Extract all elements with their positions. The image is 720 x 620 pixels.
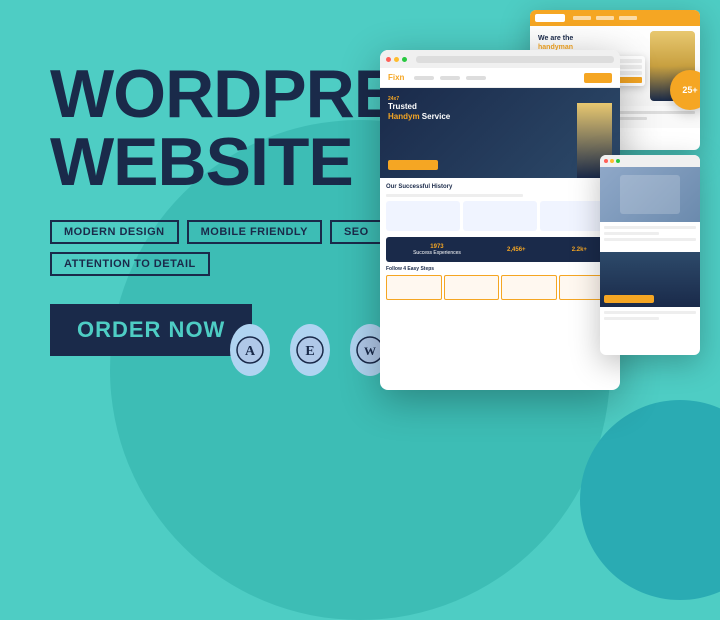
mockup-main-browser: Fixn 24x7 TrustedHandym Service Our Succ… (380, 50, 620, 390)
stat-number: 2,456+ (507, 247, 526, 253)
side-content-2 (600, 307, 700, 327)
mockup-content: Our Successful History 1973 Success Expe… (380, 178, 620, 306)
step-item-dec (501, 275, 557, 300)
dot-yellow (610, 159, 614, 163)
dot-red (604, 159, 608, 163)
dot-green (616, 159, 620, 163)
browser-dot-yellow (394, 57, 399, 62)
mockup-hero: 24x7 TrustedHandym Service (380, 88, 620, 178)
mockup-section: We are the handyman you can trust. 25+ (380, 10, 700, 530)
step-item-dec (386, 275, 442, 300)
mockup-top-nav (530, 10, 700, 26)
svg-text:W: W (364, 344, 376, 358)
side-img-1 (600, 167, 700, 222)
mockup-logo: Fixn (388, 73, 404, 82)
mockup-top-logo (535, 14, 565, 22)
order-now-button[interactable]: ORDER NOW (50, 304, 252, 356)
steps-grid (386, 275, 614, 300)
stat-label: Success Experiences (413, 250, 461, 256)
elementor-logo-svg: E (296, 336, 324, 364)
step-item-dec (444, 275, 500, 300)
browser-dot-red (386, 57, 391, 62)
side-line-dec (604, 232, 659, 235)
left-section: WORDPRESS WEBSITE MODERN DESIGN MOBILE F… (50, 60, 390, 376)
nav-link-dec (596, 16, 614, 20)
badge-modern-design: MODERN DESIGN (50, 220, 179, 244)
badge-number: 25+ (682, 85, 697, 95)
service-cards-grid (386, 201, 614, 231)
hero-line1: We are the (538, 35, 573, 42)
side-img-2 (600, 252, 700, 307)
nav-link-dec (414, 76, 434, 80)
mockup-side-browser (600, 155, 700, 355)
nav-link-dec (466, 76, 486, 80)
nav-link-dec (619, 16, 637, 20)
badge-attention-detail: ATTENTION TO DETAIL (50, 252, 210, 276)
side-line-dec (604, 238, 696, 241)
side-line-dec (604, 317, 659, 320)
title-line2: WEBSITE (50, 124, 353, 200)
badge-mobile-friendly: MOBILE FRIENDLY (187, 220, 322, 244)
browser-url-bar (416, 56, 614, 63)
section-title: Our Successful History (386, 184, 614, 190)
nav-link-dec (440, 76, 460, 80)
browser-bar (380, 50, 620, 68)
steps-title: Follow 4 Easy Steps (386, 266, 614, 272)
hero-text-block: 24x7 TrustedHandym Service (388, 96, 450, 121)
main-title: WORDPRESS WEBSITE (50, 60, 390, 196)
request-services-btn-dec (388, 160, 438, 170)
service-card-dec (463, 201, 537, 231)
mockup-nav-links (414, 76, 486, 80)
astra-icon: A (230, 324, 270, 376)
stat-item: 1973 Success Experiences (413, 244, 461, 256)
browser-dot-green (402, 57, 407, 62)
tech-icons-row: A E W (230, 324, 390, 376)
svg-text:E: E (305, 344, 314, 359)
side-browser-bar (600, 155, 700, 167)
side-line-dec (604, 311, 696, 314)
hero-title: TrustedHandym Service (388, 102, 450, 121)
svg-text:A: A (245, 344, 256, 359)
nav-link-dec (573, 16, 591, 20)
badges-container: MODERN DESIGN MOBILE FRIENDLY SEO ATTENT… (50, 220, 390, 276)
stat-item: 2,456+ (507, 247, 526, 253)
elementor-icon: E (290, 324, 330, 376)
badge-seo: SEO (330, 220, 383, 244)
service-card-dec (386, 201, 460, 231)
orange-bar-dec (604, 295, 654, 303)
side-line-dec (604, 226, 696, 229)
mockup-nav: Fixn (380, 68, 620, 88)
nav-cta-dec (584, 73, 612, 83)
content-line-dec (386, 194, 523, 197)
stat-item: 2.2k+ (572, 247, 587, 253)
side-content-1 (600, 222, 700, 248)
stat-number: 2.2k+ (572, 247, 587, 253)
astra-logo-svg: A (236, 336, 264, 364)
stats-bar: 1973 Success Experiences 2,456+ 2.2k+ (386, 237, 614, 262)
